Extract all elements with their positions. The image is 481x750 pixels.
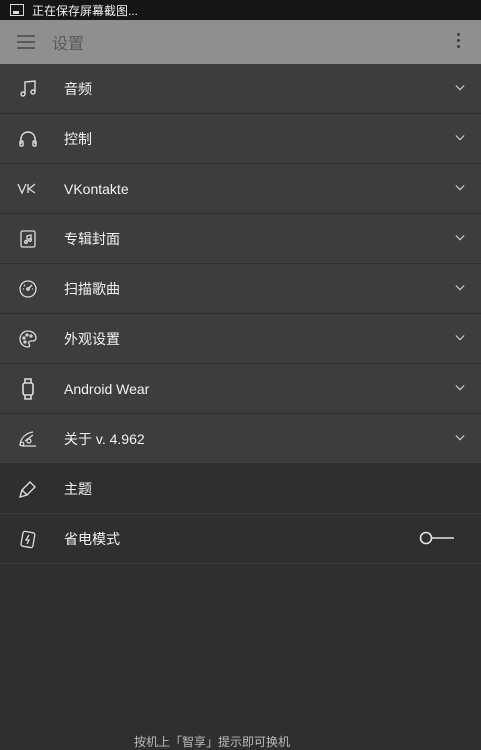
vk-icon (16, 177, 40, 201)
settings-item-label: VKontakte (64, 180, 129, 197)
chevron-down-icon (455, 285, 465, 291)
headphones-icon (16, 127, 40, 151)
settings-item-label: 外观设置 (64, 330, 120, 347)
battery-saver-icon (16, 527, 40, 551)
power-saving-toggle[interactable] (419, 531, 455, 545)
album-art-icon (16, 227, 40, 251)
plain-settings-list: 主题 省电模式 (0, 464, 481, 564)
scan-icon (16, 277, 40, 301)
more-options-icon[interactable] (457, 33, 461, 48)
status-text: 正在保存屏幕截图... (32, 3, 139, 18)
chevron-down-icon (455, 335, 465, 341)
chevron-down-icon (455, 435, 465, 441)
settings-item-label: 控制 (64, 130, 92, 147)
palette-icon (16, 327, 40, 351)
settings-item-power-saving[interactable]: 省电模式 (0, 514, 481, 564)
settings-item-label: 专辑封面 (64, 230, 120, 247)
settings-item-label: 省电模式 (64, 530, 120, 547)
settings-item-label: 音频 (64, 80, 92, 97)
music-note-icon (16, 77, 40, 101)
status-bar: 正在保存屏幕截图... (0, 0, 481, 20)
page-title: 设置 (52, 36, 85, 53)
menu-icon[interactable] (17, 35, 35, 49)
screenshot-icon (10, 4, 24, 16)
settings-item-label: 扫描歌曲 (64, 280, 120, 297)
brush-icon (16, 477, 40, 501)
settings-item-scan-songs[interactable]: 扫描歌曲 (0, 264, 481, 314)
watch-icon (16, 377, 40, 401)
chevron-down-icon (455, 135, 465, 141)
about-icon (16, 427, 40, 451)
settings-item-appearance[interactable]: 外观设置 (0, 314, 481, 364)
settings-item-theme[interactable]: 主题 (0, 464, 481, 514)
settings-item-controls[interactable]: 控制 (0, 114, 481, 164)
settings-item-android-wear[interactable]: Android Wear (0, 364, 481, 414)
app-bar: 设置 (0, 20, 481, 64)
settings-item-label: Android Wear (64, 380, 150, 397)
expandable-settings-list: 音频 控制 VKontakte 专辑封面 扫描歌曲 外观设置 Android W… (0, 64, 481, 464)
chevron-down-icon (455, 235, 465, 241)
settings-item-album-art[interactable]: 专辑封面 (0, 214, 481, 264)
chevron-down-icon (455, 185, 465, 191)
settings-item-label: 关于 v. 4.962 (64, 430, 145, 447)
chevron-down-icon (455, 85, 465, 91)
settings-item-vkontakte[interactable]: VKontakte (0, 164, 481, 214)
settings-item-label: 主题 (64, 480, 92, 497)
bottom-overlay-text: 按机上「智享」提示即可换机 (134, 735, 291, 749)
settings-item-about[interactable]: 关于 v. 4.962 (0, 414, 481, 464)
chevron-down-icon (455, 385, 465, 391)
settings-item-audio[interactable]: 音频 (0, 64, 481, 114)
